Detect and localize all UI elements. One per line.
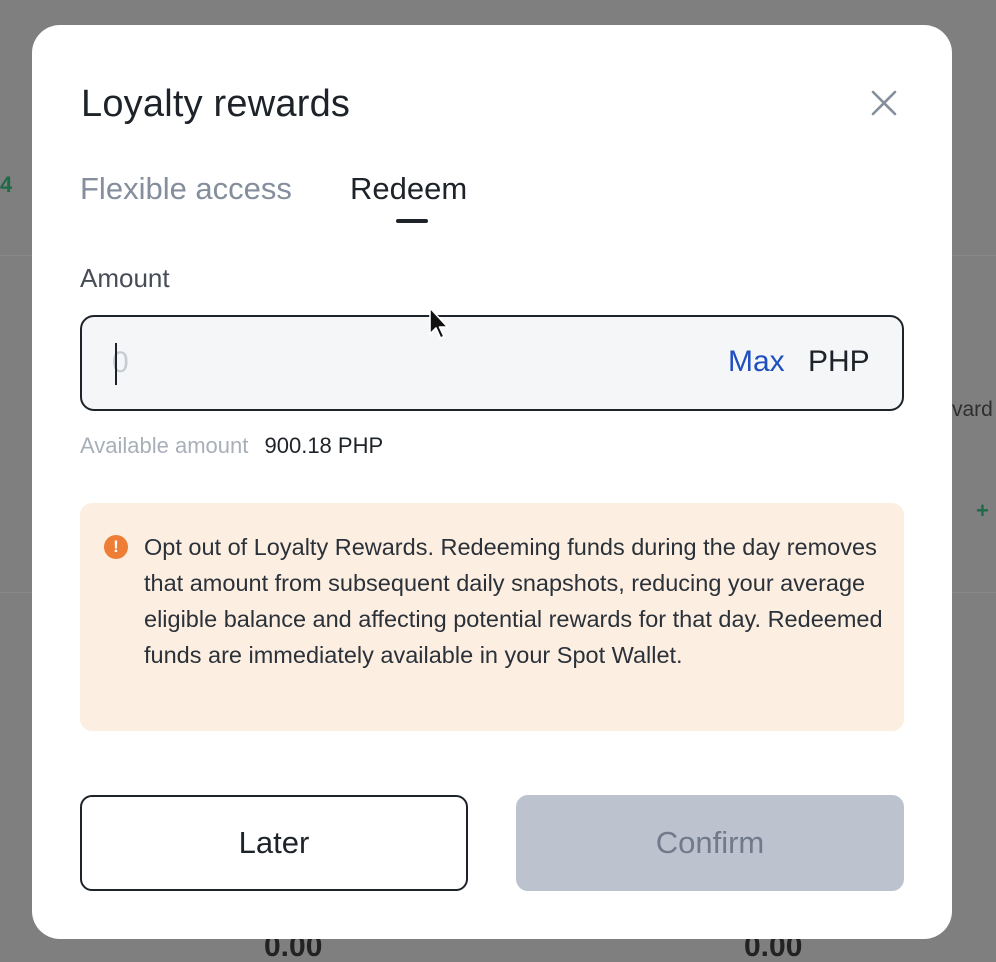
close-icon <box>871 90 897 116</box>
amount-input[interactable] <box>112 337 672 389</box>
text-caret <box>115 343 117 385</box>
tab-redeem[interactable]: Redeem <box>350 171 467 207</box>
background-fragment-left: 4 <box>0 172 13 197</box>
available-amount-label: Available amount <box>80 433 249 458</box>
loyalty-rewards-dialog: Loyalty rewards Flexible access Redeem A… <box>32 25 952 939</box>
available-amount: Available amount 900.18 PHP <box>80 433 383 459</box>
warning-notice: ! Opt out of Loyalty Rewards. Redeeming … <box>80 503 904 731</box>
background-fragment-right: vard <box>952 398 993 421</box>
active-tab-indicator <box>396 219 428 223</box>
later-button[interactable]: Later <box>80 795 468 891</box>
tab-flexible-access[interactable]: Flexible access <box>80 171 292 207</box>
currency-label: PHP <box>808 345 870 378</box>
dialog-title: Loyalty rewards <box>81 83 351 125</box>
background-plus: + <box>976 498 989 523</box>
exclamation-icon: ! <box>104 535 128 559</box>
close-button[interactable] <box>868 87 900 119</box>
available-amount-value: 900.18 PHP <box>264 433 384 458</box>
amount-label: Amount <box>80 263 170 293</box>
amount-field[interactable]: Max PHP <box>80 315 904 411</box>
max-button[interactable]: Max <box>728 345 785 379</box>
warning-text: Opt out of Loyalty Rewards. Redeeming fu… <box>144 534 883 668</box>
confirm-button[interactable]: Confirm <box>516 795 904 891</box>
mouse-pointer-icon <box>429 307 449 339</box>
